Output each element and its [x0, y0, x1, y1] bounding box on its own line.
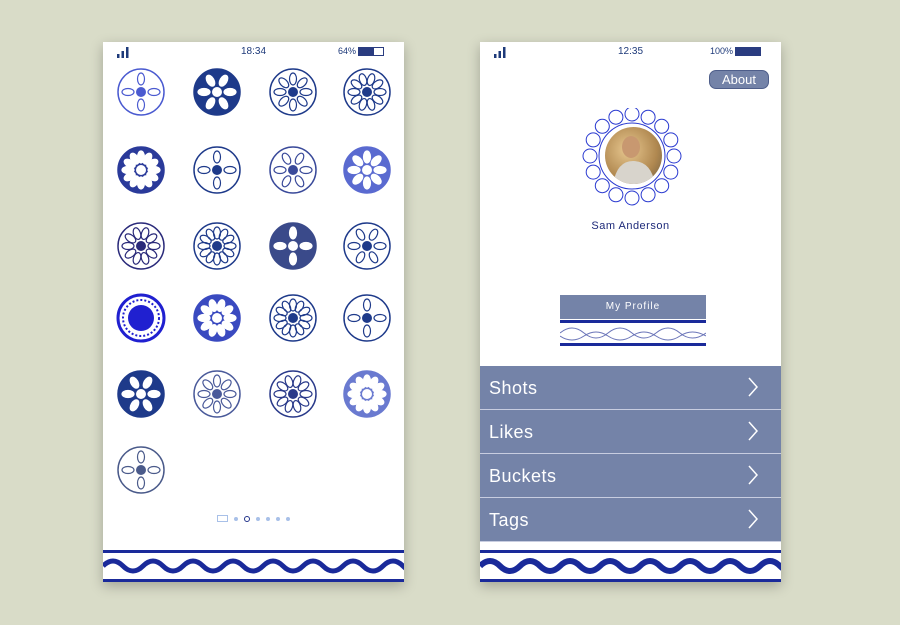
medallion-icon[interactable]: [268, 221, 318, 271]
page-dot[interactable]: [217, 515, 228, 522]
medallion-icon[interactable]: [268, 293, 318, 343]
medallion-icon[interactable]: [342, 67, 392, 117]
menu-item-buckets[interactable]: Buckets: [480, 454, 781, 498]
medallion-icon[interactable]: [116, 445, 166, 495]
page-dot[interactable]: [276, 516, 280, 521]
decorative-border: [480, 550, 781, 582]
medallion-icon[interactable]: [268, 67, 318, 117]
menu-list: Shots Likes Buckets Tags: [480, 366, 781, 542]
medallion-icon[interactable]: [116, 145, 166, 195]
medallion-icon[interactable]: [192, 293, 242, 343]
menu-item-label: Tags: [489, 510, 530, 530]
chevron-right-icon: [748, 465, 759, 485]
chevron-right-icon: [748, 377, 759, 397]
medallion-icon[interactable]: [342, 221, 392, 271]
page-dot[interactable]: [266, 516, 270, 521]
my-profile-button[interactable]: My Profile: [560, 295, 706, 319]
medallion-icon[interactable]: [268, 369, 318, 419]
medallion-icon[interactable]: [192, 221, 242, 271]
home-screen: 18:34 64%: [103, 42, 404, 582]
menu-item-label: Shots: [489, 378, 538, 398]
menu-item-shots[interactable]: Shots: [480, 366, 781, 410]
medallion-icon[interactable]: [342, 145, 392, 195]
medallion-icon[interactable]: [192, 145, 242, 195]
medallion-icon[interactable]: [192, 67, 242, 117]
avatar-frame: [582, 106, 682, 208]
page-indicator: [103, 515, 404, 522]
user-name: Sam Anderson: [591, 220, 670, 232]
menu-item-tags[interactable]: Tags: [480, 498, 781, 542]
page-dot[interactable]: [256, 516, 260, 521]
status-bar: 18:34 64%: [103, 42, 404, 62]
page-dot[interactable]: [234, 516, 238, 521]
medallion-icon[interactable]: [116, 221, 166, 271]
medallion-icon[interactable]: [116, 293, 166, 343]
battery-percent: 100%: [709, 46, 733, 56]
medallion-icon[interactable]: [268, 145, 318, 195]
battery-icon: [358, 46, 384, 56]
page-dot[interactable]: [286, 516, 290, 521]
medallion-icon[interactable]: [192, 369, 242, 419]
status-bar: 12:35 100%: [480, 42, 781, 62]
medallion-icon[interactable]: [116, 67, 166, 117]
menu-item-label: Buckets: [489, 466, 557, 486]
medallion-icon[interactable]: [342, 369, 392, 419]
menu-item-label: Likes: [489, 422, 534, 442]
chevron-right-icon: [748, 421, 759, 441]
chevron-right-icon: [748, 509, 759, 529]
decorative-border: [560, 320, 706, 346]
profile-screen: 12:35 100% About Sam Anderson My Profile…: [480, 42, 781, 582]
about-button[interactable]: About: [709, 70, 769, 89]
battery-icon: [735, 46, 761, 56]
menu-item-likes[interactable]: Likes: [480, 410, 781, 454]
page-dot-active[interactable]: [244, 515, 250, 522]
battery-percent: 64%: [337, 46, 356, 56]
medallion-icon[interactable]: [342, 293, 392, 343]
avatar[interactable]: [605, 127, 662, 184]
medallion-icon[interactable]: [116, 369, 166, 419]
decorative-border: [103, 550, 404, 582]
